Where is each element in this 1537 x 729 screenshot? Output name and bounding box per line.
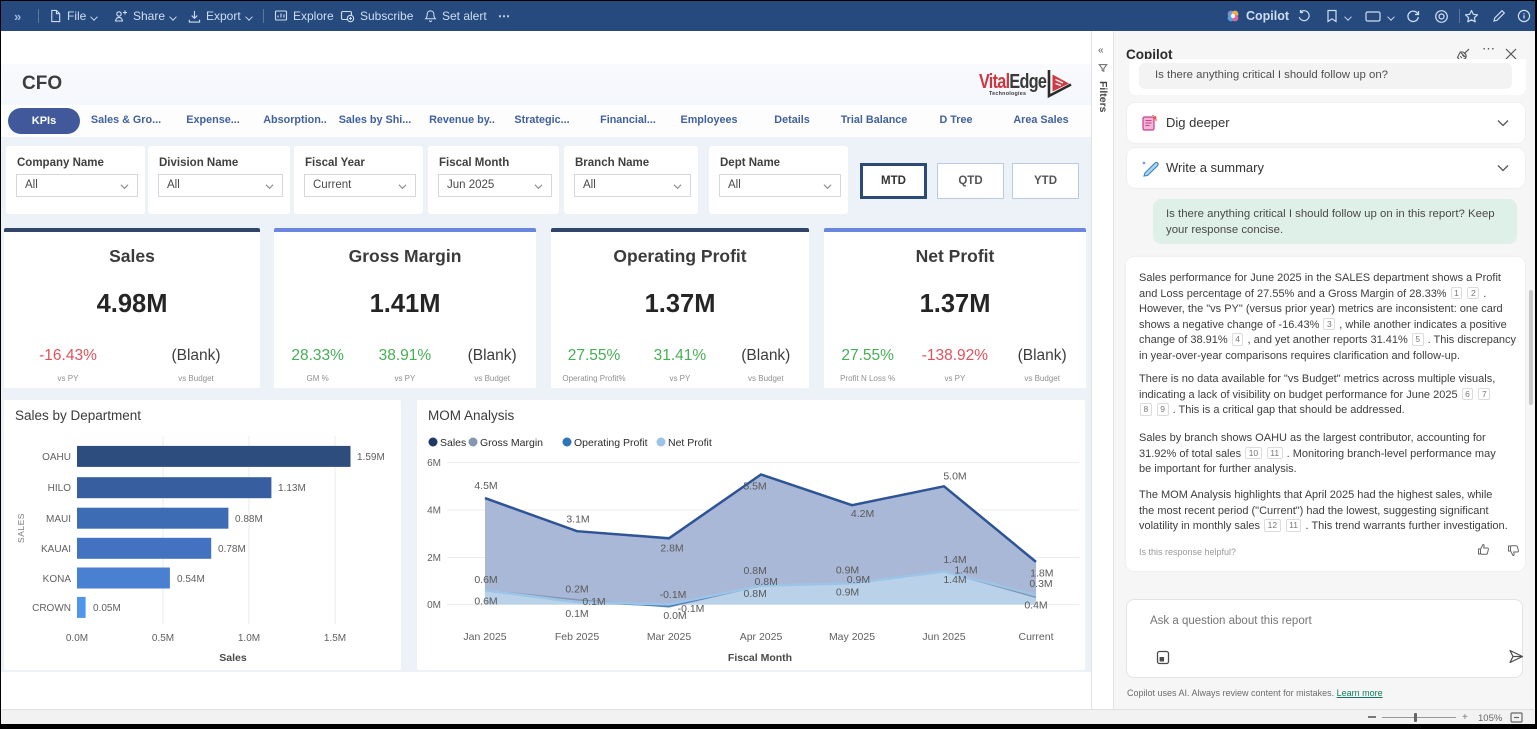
- svg-text:5.0M: 5.0M: [943, 471, 966, 483]
- svg-text:0.0M: 0.0M: [663, 610, 686, 622]
- svg-text:Operating Profit: Operating Profit: [574, 437, 648, 449]
- svg-text:0.78M: 0.78M: [218, 544, 246, 555]
- svg-text:0.0M: 0.0M: [66, 633, 88, 644]
- svg-text:4.5M: 4.5M: [474, 480, 497, 492]
- svg-text:Net Profit: Net Profit: [668, 437, 712, 449]
- svg-text:Sales: Sales: [219, 652, 247, 664]
- svg-text:Sales: Sales: [440, 437, 466, 449]
- svg-text:0.88M: 0.88M: [235, 514, 263, 525]
- svg-text:MAUI: MAUI: [46, 514, 71, 525]
- svg-text:2M: 2M: [427, 553, 441, 564]
- svg-text:1.13M: 1.13M: [278, 483, 306, 494]
- svg-text:1.5M: 1.5M: [324, 633, 346, 644]
- svg-text:0.9M: 0.9M: [847, 574, 870, 586]
- svg-text:KAUAI: KAUAI: [41, 544, 71, 555]
- svg-text:Jan 2025: Jan 2025: [463, 631, 506, 643]
- svg-text:0.1M: 0.1M: [565, 608, 588, 620]
- svg-text:Mar 2025: Mar 2025: [647, 631, 692, 643]
- svg-text:Current: Current: [1018, 631, 1053, 643]
- svg-text:Apr 2025: Apr 2025: [740, 631, 783, 643]
- svg-text:1.4M: 1.4M: [943, 574, 966, 586]
- svg-text:0.05M: 0.05M: [93, 603, 121, 614]
- svg-text:SALES: SALES: [16, 513, 26, 543]
- svg-text:0M: 0M: [427, 600, 441, 611]
- svg-text:3.1M: 3.1M: [566, 513, 589, 525]
- svg-text:6M: 6M: [427, 458, 441, 469]
- svg-text:5.5M: 5.5M: [743, 481, 766, 493]
- svg-text:KONA: KONA: [43, 574, 72, 585]
- svg-text:0.54M: 0.54M: [177, 574, 205, 585]
- svg-text:1.0M: 1.0M: [238, 633, 260, 644]
- svg-text:0.6M: 0.6M: [474, 574, 497, 586]
- svg-text:0.2M: 0.2M: [565, 584, 588, 596]
- svg-text:Fiscal Month: Fiscal Month: [728, 652, 792, 664]
- svg-text:Feb 2025: Feb 2025: [555, 631, 600, 643]
- svg-text:0.8M: 0.8M: [744, 588, 767, 600]
- svg-text:May 2025: May 2025: [829, 631, 875, 643]
- svg-text:0.6M: 0.6M: [474, 596, 497, 608]
- svg-text:Jun 2025: Jun 2025: [922, 631, 965, 643]
- svg-text:-0.1M: -0.1M: [660, 589, 687, 601]
- svg-text:0.9M: 0.9M: [836, 586, 859, 598]
- svg-text:0.4M: 0.4M: [1024, 600, 1047, 612]
- svg-text:0.3M: 0.3M: [1029, 578, 1052, 590]
- svg-text:0.5M: 0.5M: [152, 633, 174, 644]
- svg-text:2.8M: 2.8M: [660, 543, 683, 555]
- svg-text:0.1M: 0.1M: [582, 596, 605, 608]
- svg-text:4.2M: 4.2M: [851, 508, 874, 520]
- svg-text:Gross Margin: Gross Margin: [480, 437, 543, 449]
- svg-text:0.8M: 0.8M: [755, 576, 778, 588]
- svg-text:4M: 4M: [427, 506, 441, 517]
- svg-text:OAHU: OAHU: [42, 452, 71, 463]
- svg-text:CROWN: CROWN: [32, 603, 71, 614]
- svg-text:1.59M: 1.59M: [357, 452, 385, 463]
- svg-text:HILO: HILO: [48, 483, 72, 494]
